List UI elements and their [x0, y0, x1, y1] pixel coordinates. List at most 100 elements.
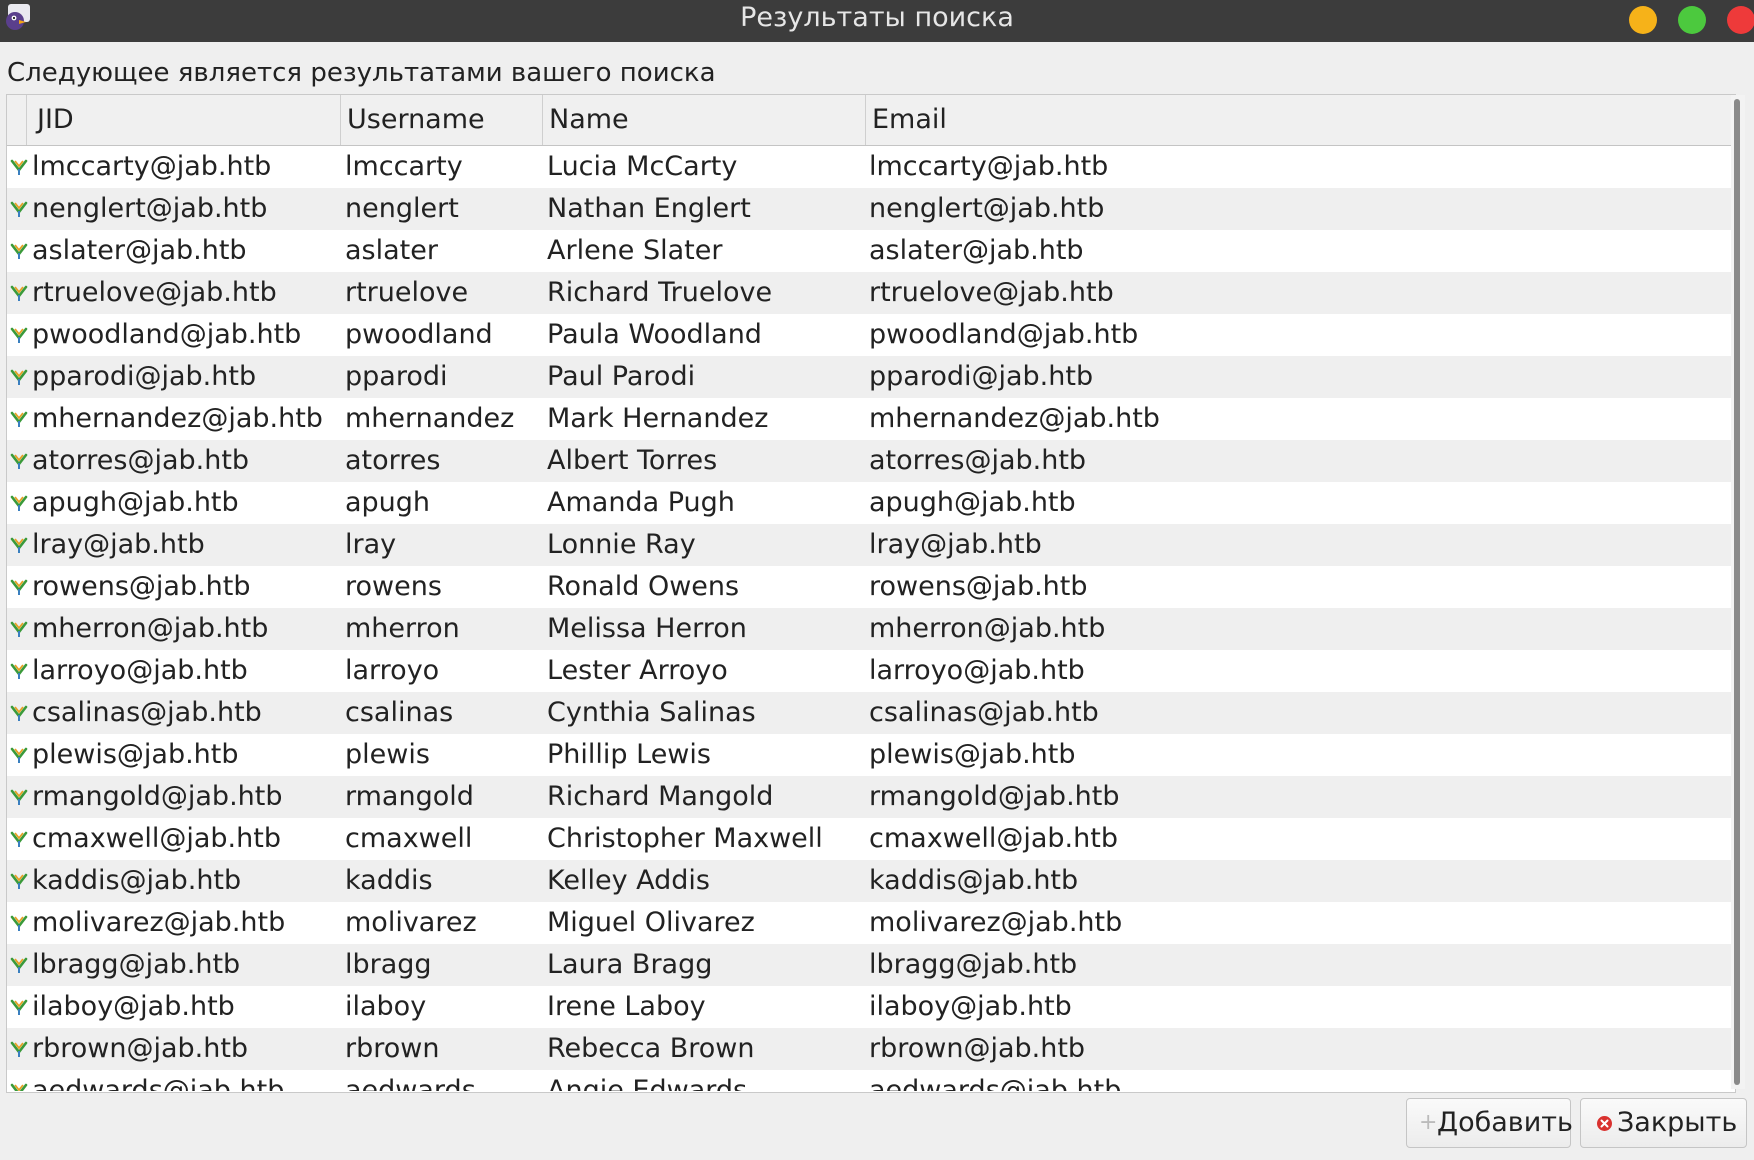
- cell-name: Richard Mangold: [547, 781, 774, 812]
- cell-email: rowens@jab.htb: [869, 571, 1088, 602]
- cell-email: pwoodland@jab.htb: [869, 319, 1139, 350]
- cell-name: Phillip Lewis: [547, 739, 711, 770]
- cell-name: Paul Parodi: [547, 361, 696, 392]
- table-row[interactable]: mhernandez@jab.htb mhernandez Mark Hernand…: [7, 398, 1732, 440]
- table-row[interactable]: molivarez@jab.htb molivarez Miguel Olivare…: [7, 902, 1732, 944]
- cell-jid: lray@jab.htb: [32, 529, 205, 560]
- table-row[interactable]: pparodi@jab.htb pparodi Paul Parodi pparodi…: [7, 356, 1732, 398]
- cell-jid: kaddis@jab.htb: [32, 865, 242, 896]
- cell-username: molivarez: [345, 907, 477, 938]
- cell-name: Lucia McCarty: [547, 151, 738, 182]
- plus-icon: +: [1419, 1110, 1438, 1135]
- window-title: Результаты поиска: [740, 2, 1014, 33]
- table-row[interactable]: aslater@jab.htb aslater Arlene Slater aslat…: [7, 230, 1732, 272]
- pidgin-icon: [6, 4, 30, 30]
- cell-jid: rowens@jab.htb: [32, 571, 251, 602]
- cell-email: larroyo@jab.htb: [869, 655, 1085, 686]
- table-row[interactable]: aedwards@jab.htb aedwards Angie Edwards aed…: [7, 1070, 1732, 1091]
- xmpp-user-icon: [9, 608, 29, 650]
- cell-username: lray: [345, 529, 397, 560]
- cell-jid: mherron@jab.htb: [32, 613, 269, 644]
- cell-jid: mhernandez@jab.htb: [32, 403, 323, 434]
- table-row[interactable]: lmccarty@jab.htb lmccarty Lucia McCarty lmc…: [7, 146, 1732, 188]
- cell-username: mhernandez: [345, 403, 515, 434]
- table-row[interactable]: cmaxwell@jab.htb cmaxwell Christopher Maxw…: [7, 818, 1732, 860]
- xmpp-user-icon: [9, 776, 29, 818]
- table-row[interactable]: lbragg@jab.htb lbragg Laura Bragg lbragg@ja…: [7, 944, 1732, 986]
- table-row[interactable]: rbrown@jab.htb rbrown Rebecca Brown rbrown@…: [7, 1028, 1732, 1070]
- table-row[interactable]: atorres@jab.htb atorres Albert Torres atorr…: [7, 440, 1732, 482]
- cell-username: lbragg: [345, 949, 432, 980]
- add-button-label: Добавить: [1437, 1107, 1573, 1138]
- table-row[interactable]: rowens@jab.htb rowens Ronald Owens rowens@j…: [7, 566, 1732, 608]
- minimize-button[interactable]: [1629, 6, 1657, 34]
- cell-email: rmangold@jab.htb: [869, 781, 1120, 812]
- vertical-scrollbar[interactable]: [1731, 95, 1745, 1089]
- cell-username: rmangold: [345, 781, 474, 812]
- xmpp-user-icon: [9, 272, 29, 314]
- cell-jid: rmangold@jab.htb: [32, 781, 283, 812]
- table-row[interactable]: lray@jab.htb lray Lonnie Ray lray@jab.htb: [7, 524, 1732, 566]
- column-header-jid[interactable]: JID: [27, 95, 341, 145]
- table-row[interactable]: plewis@jab.htb plewis Phillip Lewis plewis@…: [7, 734, 1732, 776]
- cell-username: ilaboy: [345, 991, 427, 1022]
- maximize-button[interactable]: [1678, 6, 1706, 34]
- cell-jid: pparodi@jab.htb: [32, 361, 257, 392]
- column-header-email[interactable]: Email: [866, 95, 1732, 145]
- cell-email: molivarez@jab.htb: [869, 907, 1123, 938]
- cell-email: rtruelove@jab.htb: [869, 277, 1114, 308]
- table-row[interactable]: kaddis@jab.htb kaddis Kelley Addis kaddis@j…: [7, 860, 1732, 902]
- scrollbar-thumb[interactable]: [1734, 99, 1740, 1085]
- xmpp-user-icon: [9, 146, 29, 188]
- cell-username: larroyo: [345, 655, 440, 686]
- cell-jid: larroyo@jab.htb: [32, 655, 248, 686]
- xmpp-user-icon: [9, 902, 29, 944]
- cell-username: plewis: [345, 739, 430, 770]
- cell-email: aslater@jab.htb: [869, 235, 1084, 266]
- cell-username: mherron: [345, 613, 460, 644]
- table-row[interactable]: csalinas@jab.htb csalinas Cynthia Salinas c…: [7, 692, 1732, 734]
- table-row[interactable]: nenglert@jab.htb nenglert Nathan Englert ne…: [7, 188, 1732, 230]
- cell-username: nenglert: [345, 193, 459, 224]
- table-row[interactable]: pwoodland@jab.htb pwoodland Paula Woodland…: [7, 314, 1732, 356]
- table-row[interactable]: ilaboy@jab.htb ilaboy Irene Laboy ilaboy@ja…: [7, 986, 1732, 1028]
- cell-email: lray@jab.htb: [869, 529, 1042, 560]
- cell-name: Paula Woodland: [547, 319, 762, 350]
- cell-email: atorres@jab.htb: [869, 445, 1087, 476]
- cell-email: aedwards@jab.htb: [869, 1075, 1122, 1091]
- column-header-username[interactable]: Username: [341, 95, 543, 145]
- cell-name: Nathan Englert: [547, 193, 751, 224]
- add-button[interactable]: + Добавить: [1406, 1098, 1573, 1148]
- xmpp-user-icon: [9, 356, 29, 398]
- cell-jid: molivarez@jab.htb: [32, 907, 286, 938]
- cell-name: Irene Laboy: [547, 991, 706, 1022]
- xmpp-user-icon: [9, 230, 29, 272]
- cell-username: rbrown: [345, 1033, 440, 1064]
- xmpp-user-icon: [9, 1070, 29, 1091]
- cell-jid: lbragg@jab.htb: [32, 949, 241, 980]
- close-window-button[interactable]: [1727, 6, 1754, 34]
- cell-email: nenglert@jab.htb: [869, 193, 1105, 224]
- xmpp-user-icon: [9, 692, 29, 734]
- xmpp-user-icon: [9, 482, 29, 524]
- cell-username: pwoodland: [345, 319, 493, 350]
- xmpp-user-icon: [9, 440, 29, 482]
- table-row[interactable]: rtruelove@jab.htb rtruelove Richard Truelo…: [7, 272, 1732, 314]
- cell-jid: atorres@jab.htb: [32, 445, 250, 476]
- table-row[interactable]: apugh@jab.htb apugh Amanda Pugh apugh@jab.h…: [7, 482, 1732, 524]
- results-table: JID Username Name Email lmccarty@jab.htb…: [6, 94, 1736, 1093]
- cell-jid: pwoodland@jab.htb: [32, 319, 302, 350]
- column-header-name[interactable]: Name: [543, 95, 866, 145]
- cell-name: Kelley Addis: [547, 865, 710, 896]
- cell-jid: apugh@jab.htb: [32, 487, 239, 518]
- cell-jid: cmaxwell@jab.htb: [32, 823, 281, 854]
- close-button[interactable]: Закрыть: [1580, 1098, 1747, 1148]
- table-row[interactable]: larroyo@jab.htb larroyo Lester Arroyo larro…: [7, 650, 1732, 692]
- cell-name: Albert Torres: [547, 445, 718, 476]
- table-row[interactable]: mherron@jab.htb mherron Melissa Herron mher…: [7, 608, 1732, 650]
- cell-email: csalinas@jab.htb: [869, 697, 1099, 728]
- cell-username: pparodi: [345, 361, 448, 392]
- cell-email: lbragg@jab.htb: [869, 949, 1078, 980]
- cell-name: Cynthia Salinas: [547, 697, 756, 728]
- table-row[interactable]: rmangold@jab.htb rmangold Richard Mangold r…: [7, 776, 1732, 818]
